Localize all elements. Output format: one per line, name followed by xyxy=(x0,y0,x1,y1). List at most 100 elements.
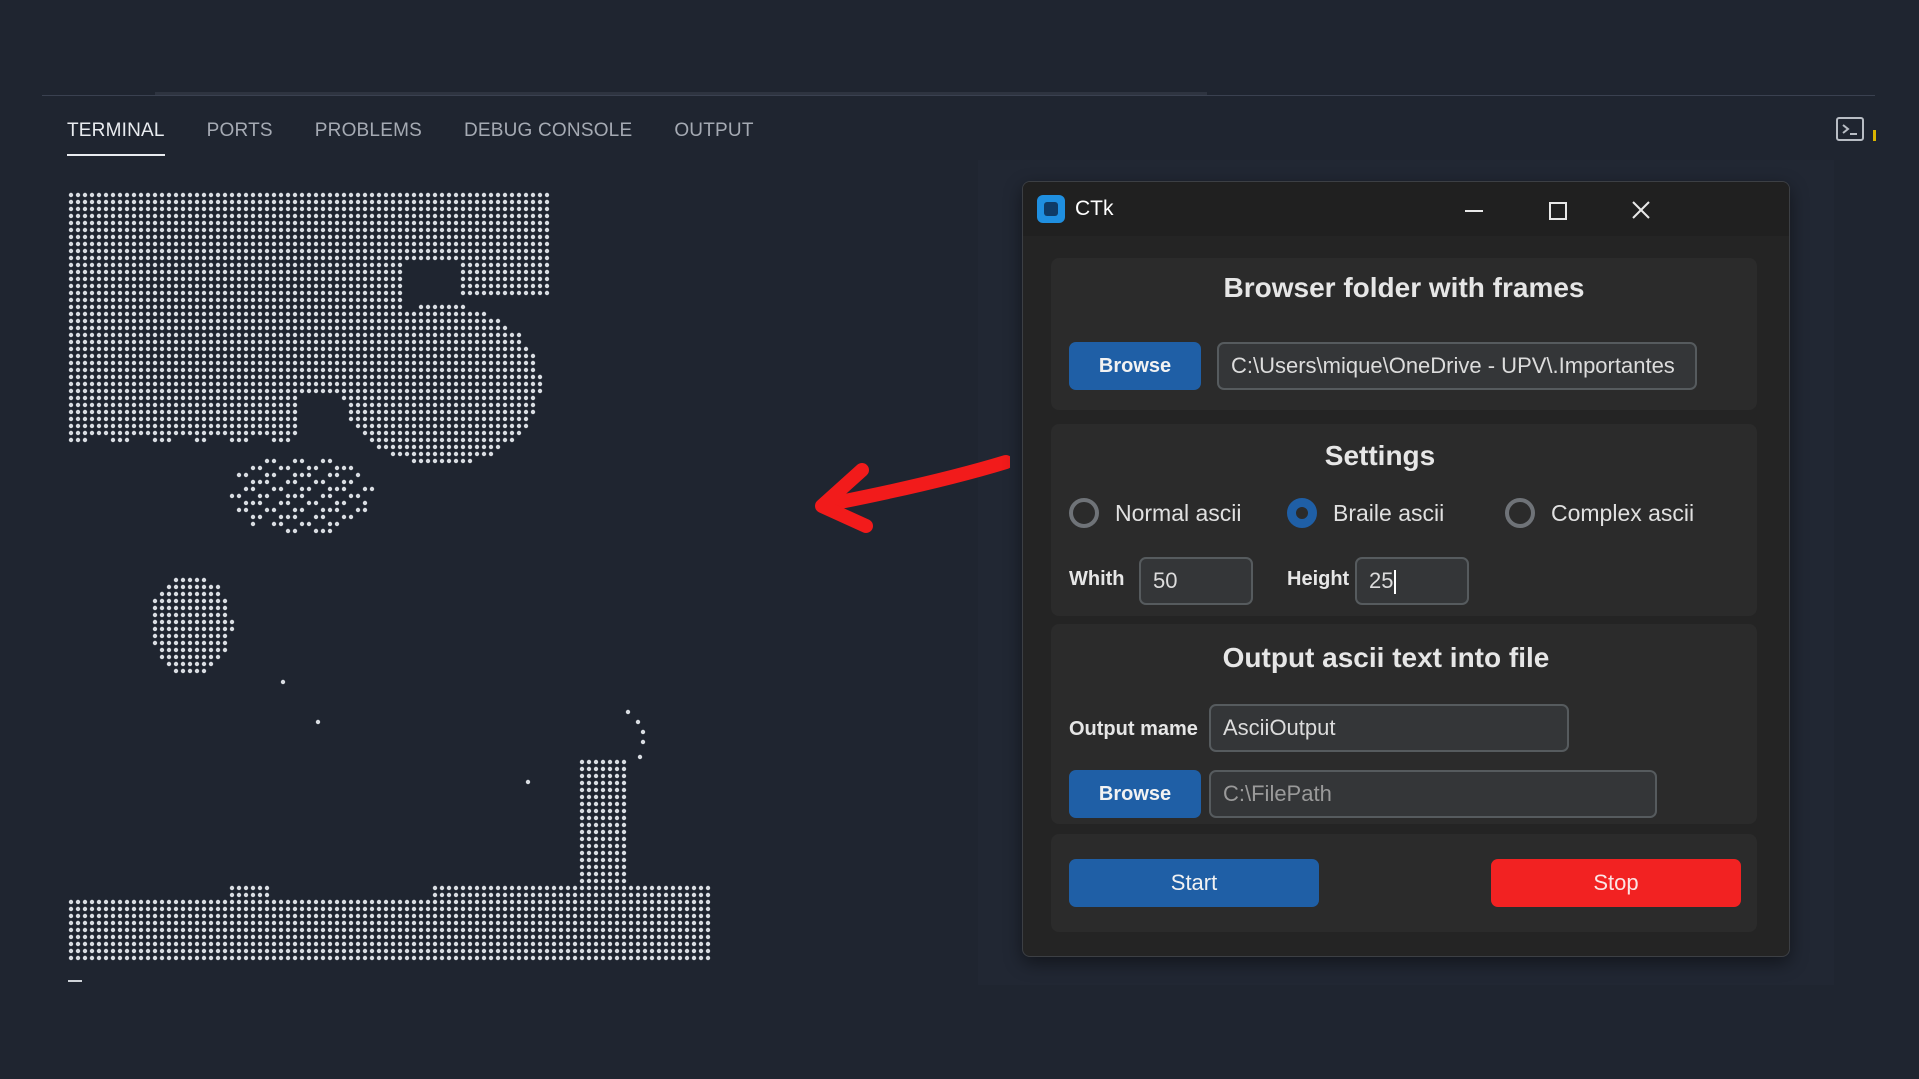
ascii-dot xyxy=(362,430,368,436)
ascii-dot xyxy=(334,192,340,198)
ascii-dot xyxy=(229,941,235,947)
ascii-dot xyxy=(320,234,326,240)
ascii-dot xyxy=(236,297,242,303)
ascii-dot xyxy=(187,311,193,317)
ascii-dot xyxy=(68,360,74,366)
ascii-dot xyxy=(460,283,466,289)
ascii-dot xyxy=(488,948,494,954)
ascii-dot xyxy=(411,213,417,219)
ascii-dot xyxy=(271,430,277,436)
start-button[interactable]: Start xyxy=(1069,859,1319,907)
ascii-dot xyxy=(376,906,382,912)
tab-output[interactable]: OUTPUT xyxy=(674,116,753,156)
radio-braile-ascii[interactable]: Braile ascii xyxy=(1287,493,1444,533)
ascii-dot xyxy=(285,514,291,520)
ascii-dot xyxy=(397,941,403,947)
ascii-dot xyxy=(166,311,172,317)
ascii-dot xyxy=(488,402,494,408)
ascii-dot xyxy=(418,913,424,919)
ascii-dot xyxy=(390,941,396,947)
maximize-button[interactable] xyxy=(1535,190,1579,230)
ascii-dot xyxy=(299,220,305,226)
ascii-dot xyxy=(264,220,270,226)
ascii-dot xyxy=(439,234,445,240)
browse-frames-button[interactable]: Browse xyxy=(1069,342,1201,390)
ascii-dot xyxy=(656,892,662,898)
tab-ports[interactable]: PORTS xyxy=(207,116,273,156)
output-browse-button[interactable]: Browse xyxy=(1069,770,1201,818)
ascii-dot xyxy=(159,906,165,912)
ascii-dot xyxy=(348,479,354,485)
ascii-dot xyxy=(376,388,382,394)
ascii-dot xyxy=(131,374,137,380)
ascii-dot xyxy=(145,262,151,268)
ascii-dot xyxy=(187,647,193,653)
ascii-dot xyxy=(180,227,186,233)
ascii-dot xyxy=(467,402,473,408)
ascii-dot xyxy=(621,857,627,863)
tab-problems[interactable]: PROBLEMS xyxy=(315,116,422,156)
ascii-dot xyxy=(187,388,193,394)
ascii-dot xyxy=(82,206,88,212)
ascii-dot xyxy=(418,934,424,940)
ascii-dot xyxy=(152,934,158,940)
ascii-dot xyxy=(96,409,102,415)
ascii-dot xyxy=(341,913,347,919)
ascii-dot xyxy=(173,633,179,639)
ascii-dot xyxy=(271,276,277,282)
ascii-dot xyxy=(180,290,186,296)
ascii-dot xyxy=(180,367,186,373)
ascii-dot xyxy=(593,787,599,793)
ascii-dot xyxy=(117,227,123,233)
ascii-dot xyxy=(362,213,368,219)
ascii-dot xyxy=(586,801,592,807)
tab-debug-console[interactable]: DEBUG CONSOLE xyxy=(464,116,632,156)
ascii-dot xyxy=(369,437,375,443)
stop-button[interactable]: Stop xyxy=(1491,859,1741,907)
ascii-dot xyxy=(138,276,144,282)
ascii-dot xyxy=(159,927,165,933)
ascii-dot xyxy=(327,913,333,919)
ascii-dot xyxy=(467,332,473,338)
ascii-dot xyxy=(362,353,368,359)
frames-path-input[interactable]: C:\Users\mique\OneDrive - UPV\.Important… xyxy=(1217,342,1697,390)
ascii-dot xyxy=(306,234,312,240)
tab-terminal[interactable]: TERMINAL xyxy=(67,116,165,156)
ascii-dot xyxy=(362,192,368,198)
ascii-dot xyxy=(243,500,249,506)
ascii-dot xyxy=(355,255,361,261)
ascii-dot xyxy=(194,948,200,954)
ascii-dot xyxy=(488,374,494,380)
height-input[interactable]: 25 xyxy=(1355,557,1469,605)
ascii-dot xyxy=(299,920,305,926)
ascii-dot xyxy=(572,927,578,933)
output-name-input[interactable]: AsciiOutput xyxy=(1209,704,1569,752)
ascii-dot xyxy=(355,199,361,205)
output-path-input[interactable]: C:\FilePath xyxy=(1209,770,1657,818)
close-button[interactable] xyxy=(1619,190,1663,230)
ascii-dot xyxy=(488,906,494,912)
ascii-dot xyxy=(68,325,74,331)
ascii-dot xyxy=(558,927,564,933)
ascii-dot xyxy=(166,927,172,933)
radio-complex-ascii[interactable]: Complex ascii xyxy=(1505,493,1694,533)
width-input[interactable]: 50 xyxy=(1139,557,1253,605)
ascii-dot xyxy=(544,227,550,233)
ascii-dot xyxy=(390,927,396,933)
ascii-dot xyxy=(404,234,410,240)
ascii-dot xyxy=(201,402,207,408)
minimize-button[interactable] xyxy=(1451,190,1495,230)
radio-normal-ascii[interactable]: Normal ascii xyxy=(1069,493,1242,533)
ascii-dot xyxy=(502,402,508,408)
window-titlebar[interactable]: CTk xyxy=(1023,182,1789,236)
ascii-dot xyxy=(565,927,571,933)
ascii-dot xyxy=(446,416,452,422)
ascii-dot xyxy=(670,885,676,891)
ascii-dot xyxy=(229,248,235,254)
ascii-dot xyxy=(446,367,452,373)
ascii-dot xyxy=(348,283,354,289)
ascii-dot xyxy=(180,598,186,604)
terminal-icon[interactable] xyxy=(1836,117,1864,141)
ascii-dot xyxy=(530,402,536,408)
ascii-dot xyxy=(670,927,676,933)
